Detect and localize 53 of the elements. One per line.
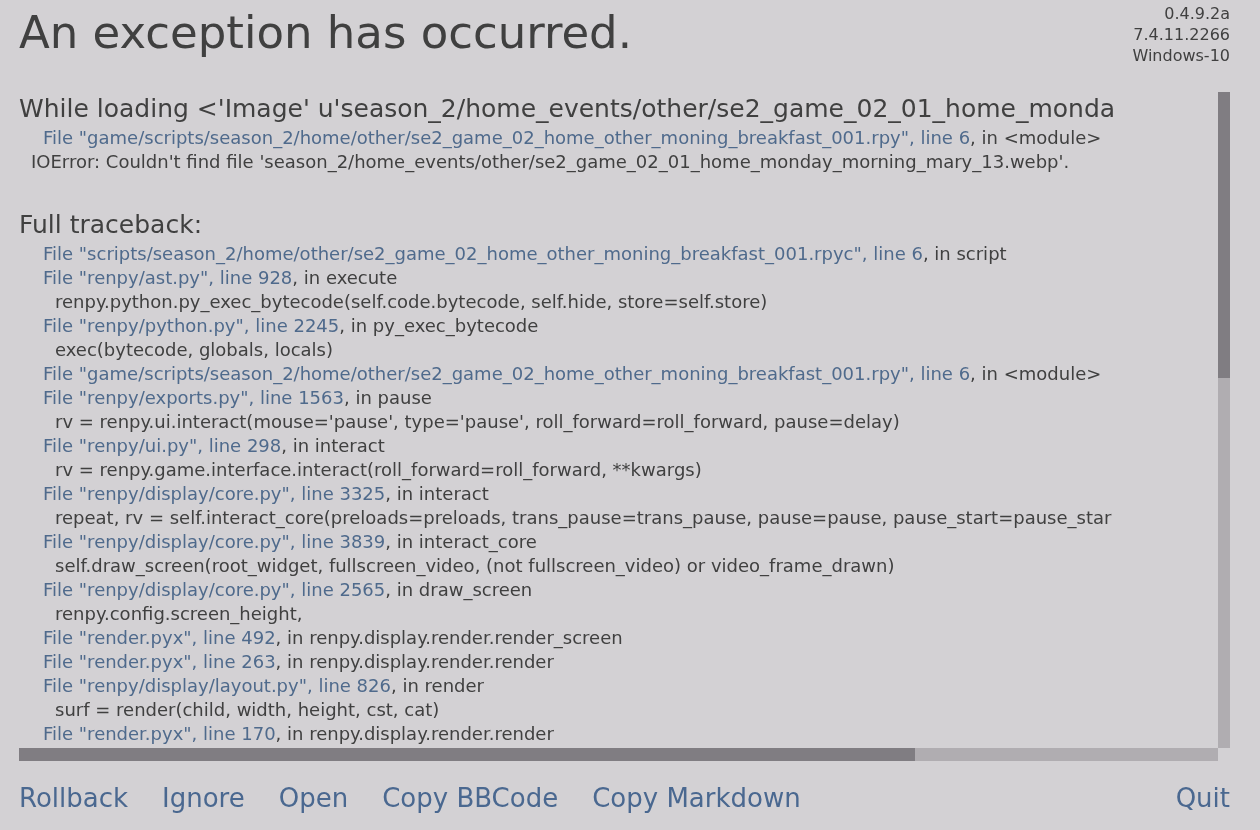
traceback-context: , in py_exec_bytecode [339, 315, 539, 336]
version-text: Windows-10 [1132, 45, 1230, 66]
traceback-context: , in pause [344, 387, 432, 408]
traceback-context: , in interact [281, 435, 385, 456]
scrollbar-thumb[interactable] [19, 748, 915, 761]
file-location-link[interactable]: File "game/scripts/season_2/home/other/se2_game_02_home_other_moning_breakfast_001.rpy", line 6 [43, 127, 971, 148]
traceback-context: , in renpy.display.render.render_screen [275, 627, 623, 648]
file-location-link[interactable]: File "render.pyx", line 263 [43, 651, 276, 672]
traceback-context: , in draw_screen [385, 579, 533, 600]
traceback-context: , in renpy.display.render.render [275, 723, 554, 744]
source-code-line: surf = render(child, width, height, cst, cat) [55, 699, 440, 720]
version-text: 7.4.11.2266 [1132, 24, 1230, 45]
file-location-link[interactable]: File "render.pyx", line 170 [43, 723, 276, 744]
file-location-link[interactable]: File "renpy/ui.py", line 298 [43, 435, 282, 456]
file-location-link[interactable]: File "render.pyx", line 492 [43, 627, 276, 648]
action-button[interactable]: Ignore [162, 779, 245, 817]
file-location-link[interactable]: File "renpy/ast.py", line 928 [43, 267, 293, 288]
vertical-scrollbar[interactable] [1218, 92, 1230, 748]
file-location-link[interactable]: File "renpy/exports.py", line 1563 [43, 387, 344, 408]
source-code-line: rv = renpy.ui.interact(mouse='pause', type='pause', roll_forward=roll_forward, pause=delay) [55, 411, 900, 432]
error-heading: While loading <'Image' u'season_2/home_events/other/se2_game_02_01_home_monda [19, 93, 1117, 125]
traceback-context: , in <module> [970, 127, 1102, 148]
traceback-context: , in interact_core [385, 531, 537, 552]
horizontal-scrollbar[interactable] [19, 748, 1218, 761]
file-location-link[interactable]: File "renpy/display/core.py", line 3325 [43, 483, 386, 504]
version-text: 0.4.9.2a [1163, 3, 1230, 24]
action-button[interactable]: Open [278, 779, 349, 817]
traceback-context: , in <module> [970, 363, 1102, 384]
traceback-context: , in script [922, 243, 1007, 264]
file-location-link[interactable]: File "game/scripts/season_2/home/other/se2_game_02_home_other_moning_breakfast_001.rpy", line 6 [43, 363, 971, 384]
action-button[interactable]: Quit [1175, 779, 1230, 817]
source-code-line: repeat, rv = self.interact_core(preloads=preloads, trans_pause=trans_pause, pause=pause, pause_start=pause_star [55, 507, 1112, 528]
file-location-link[interactable]: File "renpy/python.py", line 2245 [43, 315, 340, 336]
traceback-heading: Full traceback: [19, 209, 204, 241]
action-button[interactable]: Copy BBCode [382, 779, 559, 817]
file-location-link[interactable]: File "renpy/display/layout.py", line 826 [43, 675, 391, 696]
source-code-line: renpy.config.screen_height, [55, 603, 303, 624]
traceback-context: , in interact [385, 483, 489, 504]
source-code-line: exec(bytecode, globals, locals) [55, 339, 333, 360]
exception-title: An exception has occurred. [19, 5, 632, 61]
scrollbar-thumb[interactable] [1218, 92, 1230, 378]
error-message: IOError: Couldn't find file 'season_2/home_events/other/se2_game_02_01_home_monday_morning_mary_13.webp'. [31, 151, 1070, 172]
traceback-context: , in renpy.display.render.render [275, 651, 554, 672]
source-code-line: rv = renpy.game.interface.interact(roll_forward=roll_forward, **kwargs) [55, 459, 702, 480]
file-location-link[interactable]: File "renpy/display/core.py", line 3839 [43, 531, 386, 552]
traceback-context: , in render [391, 675, 484, 696]
file-location-link[interactable]: File "scripts/season_2/home/other/se2_game_02_home_other_moning_breakfast_001.rpyc", line 6 [43, 243, 923, 264]
action-button[interactable]: Copy Markdown [592, 779, 801, 817]
source-code-line: renpy.python.py_exec_bytecode(self.code.bytecode, self.hide, store=self.store) [55, 291, 768, 312]
action-button[interactable]: Rollback [19, 779, 129, 817]
source-code-line: self.draw_screen(root_widget, fullscreen_video, (not fullscreen_video) or video_frame_drawn) [55, 555, 895, 576]
file-location-link[interactable]: File "renpy/display/core.py", line 2565 [43, 579, 386, 600]
traceback-context: , in execute [292, 267, 398, 288]
